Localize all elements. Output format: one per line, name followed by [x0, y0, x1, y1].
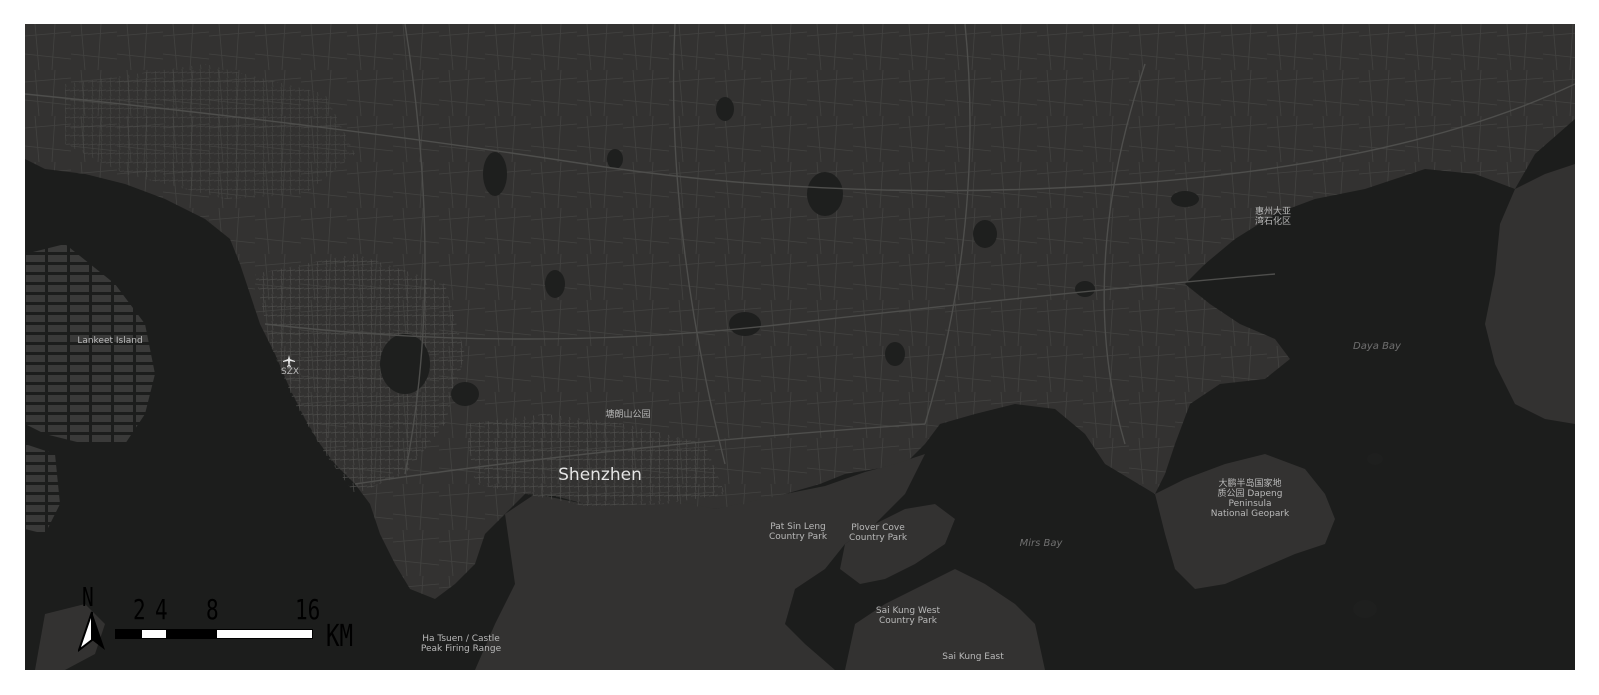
- scale-tick-2: 2: [133, 593, 146, 626]
- scale-tick-16: 16: [295, 593, 321, 626]
- scale-unit: KM: [326, 619, 354, 654]
- label-plover-cove[interactable]: Plover Cove Country Park: [849, 523, 907, 543]
- label-sai-kung-east[interactable]: Sai Kung East: [942, 652, 1003, 662]
- north-arrow: N: [78, 585, 108, 655]
- label-city-shenzhen[interactable]: Shenzhen: [558, 465, 642, 485]
- north-label: N: [82, 583, 94, 613]
- scale-bar: 2 4 8 16 KM: [115, 596, 365, 656]
- label-ha-tsuen[interactable]: Ha Tsuen / Castle Peak Firing Range: [421, 634, 501, 654]
- scale-segment-4-8: [166, 630, 217, 638]
- label-pat-sin-leng[interactable]: Pat Sin Leng Country Park: [769, 522, 827, 542]
- scale-segment-8-16: [217, 630, 312, 638]
- scale-tick-8: 8: [206, 593, 219, 626]
- label-tanglang-park[interactable]: 塘朗山公园: [605, 410, 650, 420]
- label-huizhou-petrochemical[interactable]: 惠州大亚 湾石化区: [1255, 207, 1291, 227]
- scale-segment-2-4: [142, 630, 166, 638]
- label-airport-szx[interactable]: SZX: [281, 367, 299, 377]
- scale-bar-graphic: [115, 629, 313, 639]
- label-lankeet-island[interactable]: Lankeet Island: [77, 336, 142, 346]
- airplane-icon[interactable]: [283, 352, 295, 367]
- basemap: [25, 24, 1575, 670]
- map-frame[interactable]: Lankeet Island SZX 塘朗山公园 Shenzhen 惠州大亚 湾…: [25, 24, 1575, 670]
- label-dapeng-geopark[interactable]: 大鹏半岛国家地 质公园 Dapeng Peninsula National Ge…: [1211, 479, 1290, 519]
- north-arrow-icon: [78, 611, 105, 652]
- label-daya-bay[interactable]: Daya Bay: [1353, 342, 1401, 352]
- label-sai-kung-west[interactable]: Sai Kung West Country Park: [876, 606, 940, 626]
- label-mirs-bay[interactable]: Mirs Bay: [1020, 539, 1063, 549]
- scale-tick-4: 4: [155, 593, 168, 626]
- scale-segment-0-2: [116, 630, 142, 638]
